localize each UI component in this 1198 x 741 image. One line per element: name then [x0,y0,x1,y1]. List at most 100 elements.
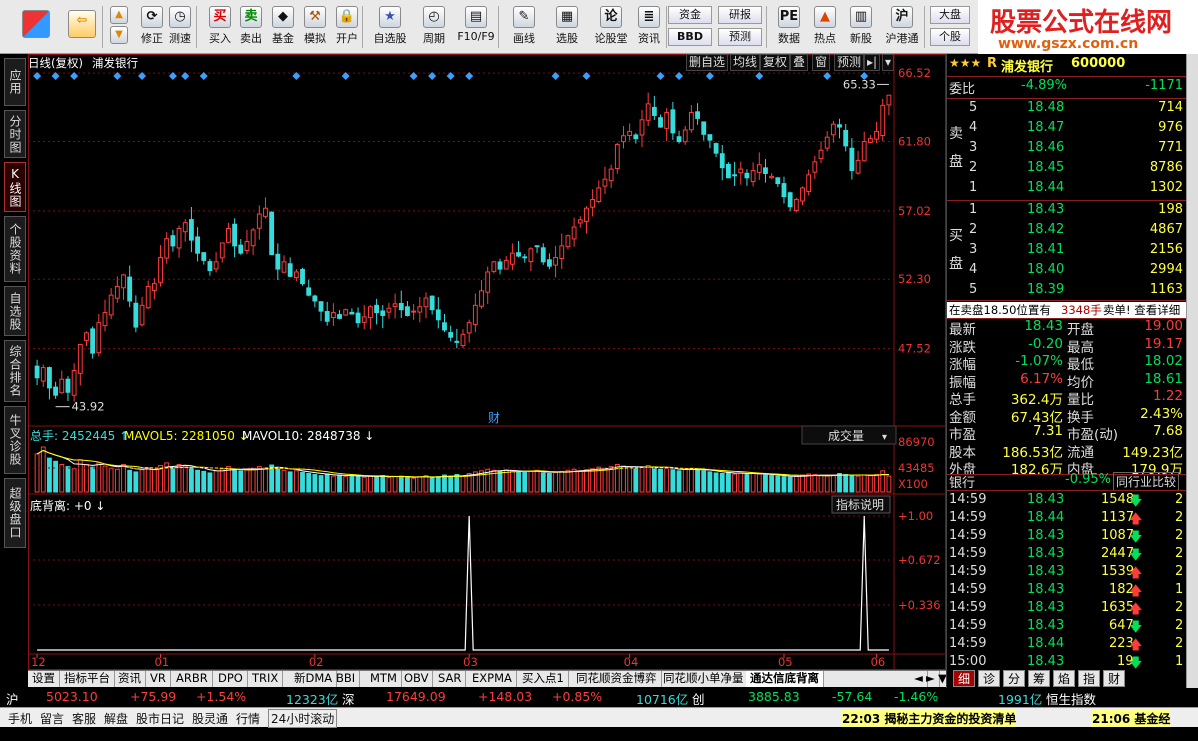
toolbar-button-16[interactable]: ▥ 新股 [846,4,876,50]
vtab-1[interactable]: 分时图 [4,110,26,158]
brand-banner[interactable]: 股票公式在线网 www.gszx.com.cn [978,0,1198,54]
vtab-0[interactable]: 应用 [4,58,26,106]
status-link-2[interactable]: 客服 [72,710,96,727]
sh-index-label[interactable]: 沪 [6,689,19,708]
indicator-tab-0[interactable]: 设置 [28,671,60,687]
bid-level-row[interactable]: 5 18.39 1163 [947,282,1187,302]
indicator-tab-11[interactable]: SAR [434,671,467,687]
quote-tab-4[interactable]: 焰 [1053,670,1075,687]
indicator-tab-1[interactable]: 指标平台 [60,671,115,687]
status-link-3[interactable]: 解盘 [104,710,128,727]
toolbar-button-6[interactable]: 🔒 开户 [332,4,362,50]
indicator-tab-16[interactable]: 通达信底背离 [746,671,824,687]
bid-level-row[interactable]: 4 18.40 2994 [947,262,1187,282]
yuce-button[interactable]: 预测 [718,28,762,46]
event-diamond-icon[interactable] [705,72,714,80]
indicator-tab-10[interactable]: OBV [400,671,434,687]
page-up-down-button[interactable]: ▲ ▼ [108,4,130,50]
bbd-button[interactable]: BBD [668,28,712,46]
ask-level-row[interactable]: 2 18.45 8786 [947,160,1187,180]
status-link-6[interactable]: 行情 [236,710,260,727]
ask-level-row[interactable]: 3 18.46 771 [947,140,1187,160]
toolbar-button-3[interactable]: 卖卖出 [236,4,266,50]
chart-tool-2[interactable]: 复权 [760,54,791,71]
toolbar-button-5[interactable]: ⚒ 模拟 [300,4,330,50]
bid-level-row[interactable]: 2 18.42 4867 [947,222,1187,242]
quote-scrollbar[interactable] [1186,54,1198,688]
ask-level-row[interactable]: 1 18.44 1302 [947,180,1187,200]
vtab-6[interactable]: 牛叉诊股 [4,406,26,474]
toolbar-button-1[interactable]: ◷ 测速 [166,4,194,50]
toolbar-button-8[interactable]: ◴ 周期 [417,4,451,50]
toolbar-button-15[interactable]: ▲ 热点 [810,4,840,50]
toolbar-button-11[interactable]: ▦ 选股 [550,4,584,50]
vtab-3[interactable]: 个股资料 [4,216,26,282]
indicator-tab-13[interactable]: 买入点1 [518,671,569,687]
status-link-7[interactable]: 24小时滚动 [268,709,338,728]
indicator-tab-2[interactable]: 资讯 [114,671,146,687]
toolbar-button-14[interactable]: PE 数据 [774,4,804,50]
news-ticker-2[interactable]: 21:06 基金经 [1092,710,1171,727]
toolbar-button-7[interactable]: ★ 自选股 [370,4,410,50]
toolbar-button-17[interactable]: 沪沪港通 [882,4,922,50]
indicator-tab-8[interactable]: BBI [332,671,361,687]
vtab-5[interactable]: 综合排名 [4,340,26,402]
chart-tool-5[interactable]: 预测 [834,54,865,71]
chart-tool-4[interactable]: 窗 [812,54,831,71]
indicator-tab-15[interactable]: 同花顺小单净量 [659,671,749,687]
status-link-0[interactable]: 手机 [8,710,32,727]
quote-tab-0[interactable]: 细 [953,670,975,687]
toolbar-button-12[interactable]: 论论股堂 [592,4,630,50]
hsi-label[interactable]: 恒生指数 [1046,689,1096,708]
indicator-tab-9[interactable]: MTM [366,671,402,687]
toolbar-button-13[interactable]: ≣ 资讯 [634,4,664,50]
event-diamond-icon[interactable] [168,72,177,80]
chart-expand-icon[interactable]: ▸| [864,54,881,71]
vtab-4[interactable]: 自选股 [4,286,26,336]
event-diamond-icon[interactable] [755,72,764,80]
volume-indicator-select[interactable]: 成交量 ▾ [801,425,897,445]
vtab-7[interactable]: 超级盘口 [4,478,26,548]
zijin-dropdown[interactable]: 资金 [668,6,712,24]
toolbar-button-0[interactable]: ⟳ 修正 [138,4,166,50]
status-link-1[interactable]: 留言 [40,710,64,727]
news-ticker-1[interactable]: 22:03 揭秘主力资金的投资清单 [842,710,1017,727]
indicator-tab-3[interactable]: VR [146,671,171,687]
quote-tab-6[interactable]: 财 [1103,670,1125,687]
industry-compare-button[interactable]: 同行业比较 [1113,472,1180,491]
quote-tab-2[interactable]: 分 [1003,670,1025,687]
chart-menu-icon[interactable]: ▾ [882,54,895,71]
chart-tool-3[interactable]: 叠 [790,54,809,71]
chart-tool-0[interactable]: 删自选 [686,54,729,71]
kline-chart[interactable]: 66.52 61.80 57.02 52.30 47.52 65.33 43.92 财 8697… [28,54,946,670]
status-link-5[interactable]: 股灵通 [192,710,228,727]
event-diamond-icon[interactable] [70,72,79,80]
indicator-tab-5[interactable]: DPO [214,671,248,687]
yanbao-button[interactable]: 研报 [718,6,762,24]
ask-level-row[interactable]: 5 18.48 714 [947,100,1187,120]
quote-tab-3[interactable]: 筹 [1028,670,1050,687]
vtab-2[interactable]: K线图 [4,162,26,212]
toolbar-button-2[interactable]: 买买入 [205,4,235,50]
indicator-tab-12[interactable]: EXPMA [468,671,517,687]
event-diamond-icon[interactable] [199,72,208,80]
indicator-tab-7[interactable]: 新DMA [290,671,338,687]
gegu-button[interactable]: 个股 [930,28,970,46]
quote-tab-1[interactable]: 诊 [978,670,1000,687]
ask-level-row[interactable]: 4 18.47 976 [947,120,1187,140]
event-diamond-icon[interactable] [409,72,418,80]
cy-index-label[interactable]: 创 [692,689,705,708]
toolbar-button-4[interactable]: ◆ 基金 [268,4,298,50]
indicator-tab-6[interactable]: TRIX [248,671,284,687]
indicator-tab-4[interactable]: ARBR [172,671,213,687]
big-order-notice[interactable]: 在卖盘18.50位置有 3348手 卖单! 查看详细 [947,302,1187,318]
indicator-tab-14[interactable]: 同花顺资金博弈 [572,671,662,687]
status-link-4[interactable]: 股市日记 [136,710,184,727]
app-menu-button[interactable] [20,4,52,50]
toolbar-button-9[interactable]: ▤ F10/F9 [456,4,496,50]
dapan-dropdown[interactable]: 大盘 [930,6,970,24]
event-diamond-icon[interactable] [465,72,474,80]
sz-index-label[interactable]: 深 [342,689,355,708]
chart-tool-1[interactable]: 均线 [730,54,761,71]
bid-level-row[interactable]: 3 18.41 2156 [947,242,1187,262]
